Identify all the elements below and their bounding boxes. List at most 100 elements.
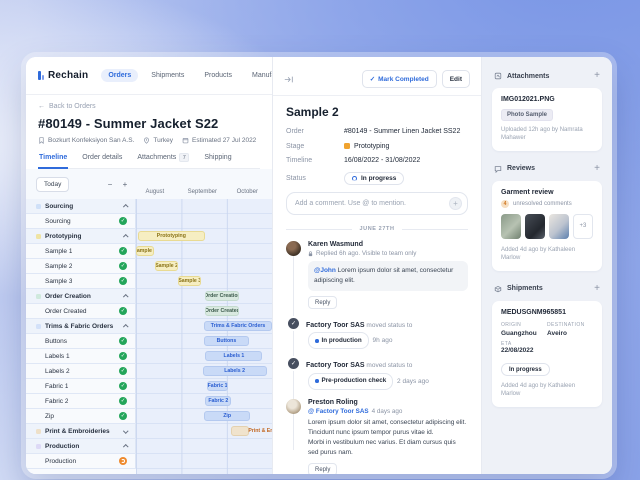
attachment-card[interactable]: IMG012021.PNG Photo Sample Uploaded 12h … xyxy=(492,88,602,151)
gantt-bar[interactable]: Sample 1 xyxy=(136,246,154,256)
add-comment-icon[interactable]: + xyxy=(449,197,462,210)
timeline-row-labels-1[interactable]: Labels 1✓ Labels 1 xyxy=(26,349,272,364)
gantt-bar[interactable]: Prototyping xyxy=(138,231,205,241)
row-name-cell[interactable]: Order Created✓ xyxy=(26,304,136,318)
zoom-out-button[interactable]: − xyxy=(105,180,115,189)
review-photo-2[interactable] xyxy=(525,214,545,239)
more-photos-count[interactable]: +3 xyxy=(573,214,593,239)
gantt-bar[interactable]: Fabric 1 xyxy=(207,381,229,391)
add-attachment-button[interactable]: + xyxy=(594,71,600,81)
nav-item-orders[interactable]: Orders xyxy=(101,69,138,82)
mention[interactable]: @ Factory Toor SAS xyxy=(308,408,369,415)
review-photo-1[interactable] xyxy=(501,214,521,239)
review-photo-3[interactable] xyxy=(549,214,569,239)
nav-item-shipments[interactable]: Shipments xyxy=(144,69,191,82)
row-name-cell[interactable]: Production xyxy=(26,454,136,468)
row-name-cell[interactable]: Sample 3✓ xyxy=(26,274,136,288)
row-name-cell[interactable]: Sourcing xyxy=(26,199,136,213)
row-name-cell[interactable]: Buttons✓ xyxy=(26,334,136,348)
avatar[interactable] xyxy=(286,399,301,414)
timeline-row-order-creation[interactable]: Order Creation Order Creation xyxy=(26,289,272,304)
gantt-bar[interactable]: Labels 1 xyxy=(205,351,262,361)
timeline-row-production[interactable]: Production xyxy=(26,439,272,454)
tab-timeline[interactable]: Timeline xyxy=(38,153,68,169)
comment-input[interactable]: Add a comment. Use @ to mention. + xyxy=(286,192,468,215)
timeline-row-sourcing[interactable]: Sourcing✓ xyxy=(26,214,272,229)
chat-bubble-icon xyxy=(494,165,502,173)
chevron-up-icon[interactable] xyxy=(123,205,128,210)
status-change-icon: ✓ xyxy=(288,318,299,329)
gantt-bar[interactable]: Trims & Fabric Orders xyxy=(204,321,272,331)
edit-button[interactable]: Edit xyxy=(442,70,470,88)
nav-item-products[interactable]: Products xyxy=(197,69,239,82)
activity-user: Karen Wasmund xyxy=(308,241,468,248)
timeline-row-fabric-2[interactable]: Fabric 2✓ Fabric 2 xyxy=(26,394,272,409)
reply-button[interactable]: Reply xyxy=(308,463,337,474)
chevron-up-icon[interactable] xyxy=(123,445,128,450)
timeline-row-order-created[interactable]: Order Created✓ Order Created xyxy=(26,304,272,319)
status-pill[interactable]: In progress xyxy=(344,172,404,185)
status-in-progress-icon xyxy=(119,457,127,465)
back-to-orders-link[interactable]: ← Back to Orders xyxy=(38,103,260,110)
row-name-cell[interactable]: Trims & Fabric Orders xyxy=(26,319,136,333)
row-name-cell[interactable]: Sample 2✓ xyxy=(26,259,136,273)
timeline-row-sample-3[interactable]: Sample 3✓ Sample 3 xyxy=(26,274,272,289)
gantt-bar[interactable]: Print & Emb xyxy=(231,426,249,436)
timeline-row-buttons[interactable]: Buttons✓ Buttons xyxy=(26,334,272,349)
mention[interactable]: @John xyxy=(314,267,336,274)
reply-button[interactable]: Reply xyxy=(308,296,337,309)
today-button[interactable]: Today xyxy=(36,177,69,192)
chevron-up-icon[interactable] xyxy=(123,325,128,330)
gantt-bar[interactable]: Labels 2 xyxy=(203,366,267,376)
timeline-row-sourcing[interactable]: Sourcing xyxy=(26,199,272,214)
zoom-in-button[interactable]: + xyxy=(120,180,130,189)
chevron-up-icon[interactable] xyxy=(123,235,128,240)
row-name-cell[interactable]: Production xyxy=(26,439,136,453)
timeline-row-labels-2[interactable]: Labels 2✓ Labels 2 xyxy=(26,364,272,379)
timeline-row-sample-1[interactable]: Sample 1✓Sample 1 xyxy=(26,244,272,259)
collapse-panel-icon[interactable] xyxy=(284,75,294,84)
tab-attachments[interactable]: Attachments7 xyxy=(136,153,190,168)
tab-order-details[interactable]: Order details xyxy=(81,153,123,168)
activity-meta: @ Factory Toor SAS4 days ago xyxy=(308,408,468,415)
gantt-bar[interactable]: Zip xyxy=(204,411,250,421)
row-name-cell[interactable]: Sourcing✓ xyxy=(26,214,136,228)
gantt-bar[interactable]: Fabric 2 xyxy=(205,396,231,406)
chevron-down-icon[interactable] xyxy=(123,429,128,434)
order-meta: Bozkurt Konfeksiyon San A.S. Turkey Esti… xyxy=(38,137,260,144)
row-name-cell[interactable]: Order Creation xyxy=(26,289,136,303)
timeline-row-sample-2[interactable]: Sample 2✓ Sample 2 xyxy=(26,259,272,274)
unresolved-comments: 4 unresolved comments xyxy=(501,200,593,208)
timeline-row-fabric-1[interactable]: Fabric 1✓ Fabric 1 xyxy=(26,379,272,394)
add-shipment-button[interactable]: + xyxy=(594,284,600,294)
gantt-bar[interactable]: Buttons xyxy=(204,336,249,346)
chevron-up-icon[interactable] xyxy=(123,295,128,300)
timeline-row-production[interactable]: Production xyxy=(26,454,272,469)
gantt-bar[interactable]: Order Creation xyxy=(205,291,239,301)
timeline-row-print-embroideries[interactable]: Print & Embroideries Print & Emb xyxy=(26,424,272,439)
row-name-cell[interactable]: Print & Embroideries xyxy=(26,424,136,438)
shipment-card[interactable]: MEDUSGNM965851 ORIGIN DESTINATION Guangz… xyxy=(492,301,602,407)
row-name-cell[interactable]: Prototyping xyxy=(26,229,136,243)
timeline-row-zip[interactable]: Zip✓ Zip xyxy=(26,409,272,424)
add-review-button[interactable]: + xyxy=(594,164,600,174)
row-name-cell[interactable]: Sample 1✓ xyxy=(26,244,136,258)
status-done-icon: ✓ xyxy=(119,382,127,390)
mark-completed-button[interactable]: ✓ Mark Completed xyxy=(362,70,437,88)
brand-icon xyxy=(38,71,44,80)
tab-shipping[interactable]: Shipping xyxy=(203,153,232,168)
review-card[interactable]: Garment review 4 unresolved comments +3 … xyxy=(492,181,602,271)
row-name-cell[interactable]: Zip✓ xyxy=(26,409,136,423)
gantt-bar[interactable]: Sample 2 xyxy=(155,261,178,271)
row-name-cell[interactable]: Labels 1✓ xyxy=(26,349,136,363)
brand-logo[interactable]: Rechain xyxy=(38,70,88,81)
row-name-cell[interactable]: Fabric 2✓ xyxy=(26,394,136,408)
gantt-bar[interactable]: Order Created xyxy=(205,306,239,316)
row-name-cell[interactable]: Fabric 1✓ xyxy=(26,379,136,393)
gantt-bar[interactable]: Sample 3 xyxy=(178,276,201,286)
row-name-cell[interactable]: Labels 2✓ xyxy=(26,364,136,378)
avatar[interactable] xyxy=(286,241,301,256)
timeline-row-prototyping[interactable]: PrototypingPrototyping xyxy=(26,229,272,244)
timeline-row-trims-fabric-orders[interactable]: Trims & Fabric Orders Trims & Fabric Orde… xyxy=(26,319,272,334)
comment-text: Lorem ipsum dolor sit amet, consectetur … xyxy=(308,418,468,458)
